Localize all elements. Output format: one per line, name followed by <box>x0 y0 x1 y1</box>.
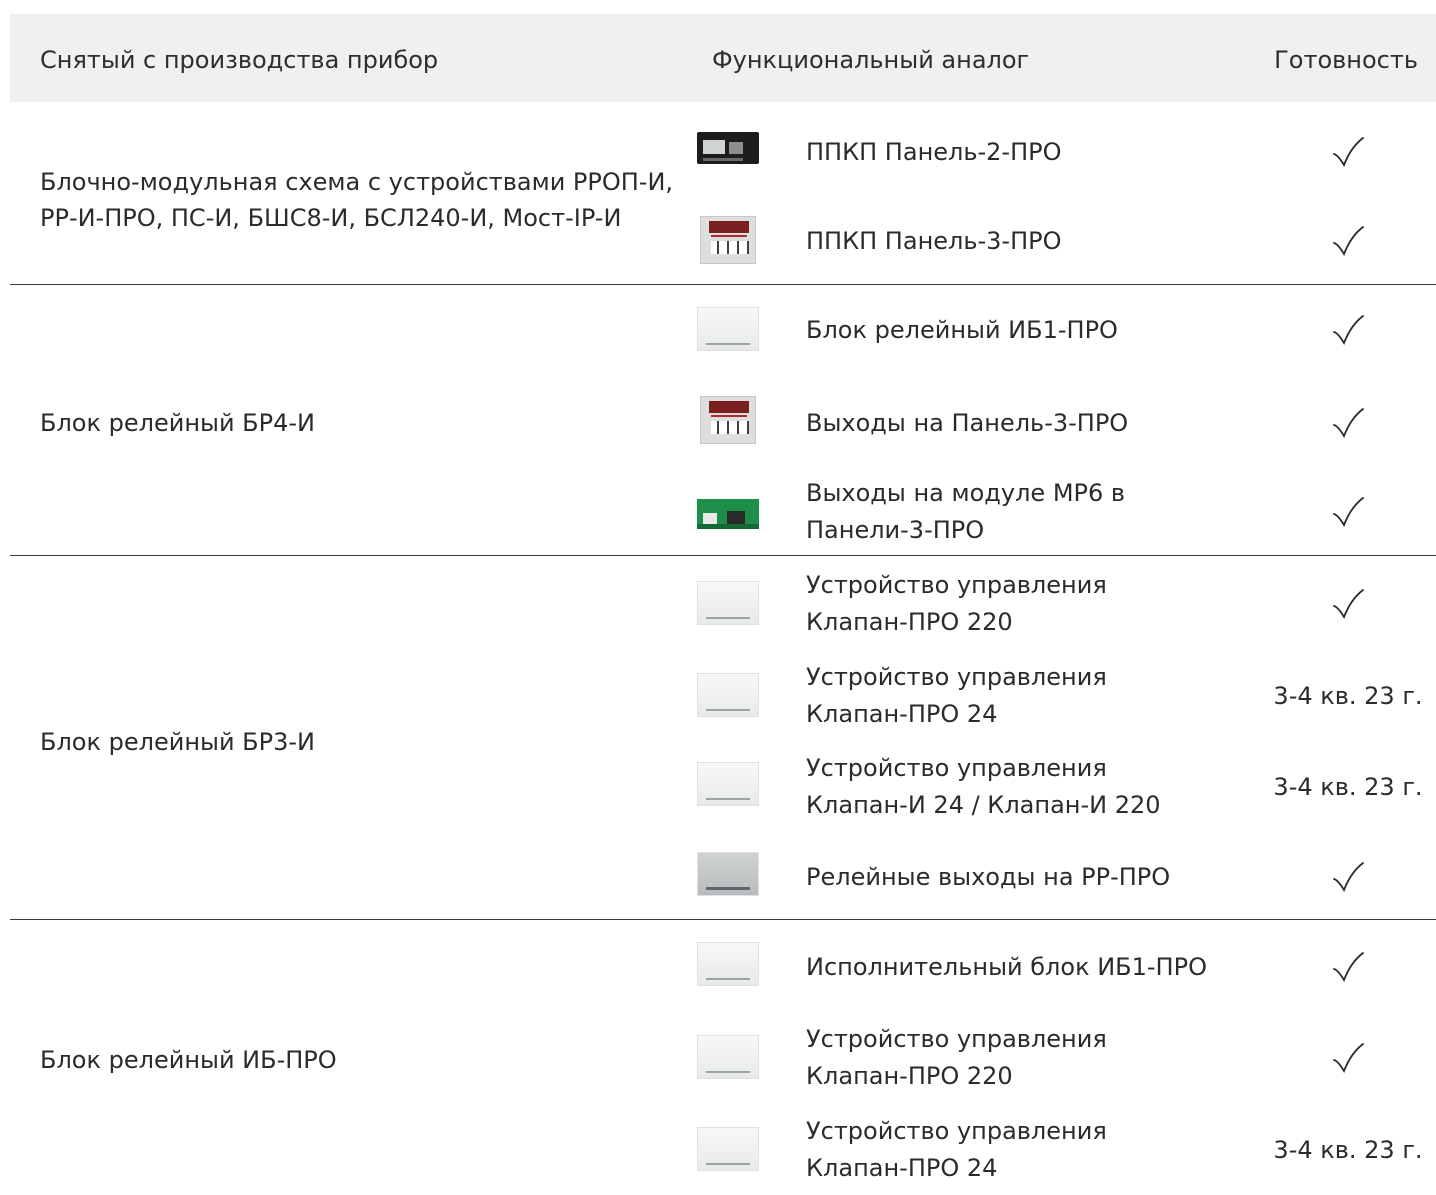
table-row: Выходы на модуле МР6 в Панели-3-ПРО <box>0 467 1436 557</box>
readiness-cell <box>1260 467 1436 557</box>
analog-name: ППКП Панель-2-ПРО <box>806 137 1062 166</box>
analog-name: Устройство управления Клапан-ПРО 220 <box>806 1025 1107 1090</box>
readiness-cell <box>1260 285 1436 375</box>
analog-name: ППКП Панель-3-ПРО <box>806 226 1062 255</box>
table-row: Устройство управления Клапан-ПРО 220 <box>0 1013 1436 1103</box>
readiness-cell <box>1260 107 1436 197</box>
analog-name: Исполнительный блок ИБ1-ПРО <box>806 952 1207 981</box>
checkmark-icon <box>1333 315 1364 346</box>
table-row: Блок релейный ИБ1-ПРО <box>0 285 1436 375</box>
table-header: Снятый с производства прибор Функциональ… <box>10 14 1436 102</box>
readiness-text: 3-4 кв. 23 г. <box>1273 682 1423 710</box>
analog-name: Блок релейный ИБ1-ПРО <box>806 315 1118 344</box>
table-row: ППКП Панель-3-ПРО <box>0 196 1436 286</box>
header-discontinued-device: Снятый с производства прибор <box>40 46 439 74</box>
table-row: Исполнительный блок ИБ1-ПРО <box>0 922 1436 1012</box>
table-row: Релейные выходы на РР-ПРО <box>0 832 1436 922</box>
table-row: ППКП Панель-2-ПРО <box>0 107 1436 197</box>
header-readiness: Готовность <box>1274 46 1418 74</box>
table-row: Устройство управления Клапан-И 24 / Клап… <box>0 742 1436 832</box>
panel-2-device-icon <box>697 132 759 164</box>
panel-3-device-icon <box>700 216 756 264</box>
analog-name: Релейные выходы на РР-ПРО <box>806 862 1171 891</box>
analog-name: Устройство управления Клапан-И 24 / Клап… <box>806 754 1161 819</box>
grey-box-device-icon <box>697 852 759 896</box>
white-box-device-icon <box>697 1035 759 1079</box>
readiness-cell: 3-4 кв. 23 г. <box>1260 1105 1436 1195</box>
white-box-device-icon <box>697 1127 759 1171</box>
circuit-board-icon <box>697 499 759 529</box>
readiness-cell <box>1260 922 1436 1012</box>
table-row: Устройство управления Клапан-ПРО 220 <box>0 559 1436 649</box>
white-box-device-icon <box>697 307 759 351</box>
checkmark-icon <box>1333 952 1364 983</box>
white-box-device-icon <box>697 673 759 717</box>
analog-name: Выходы на Панель-3-ПРО <box>806 408 1129 437</box>
analog-name: Устройство управления Клапан-ПРО 24 <box>806 663 1107 728</box>
table-row: Устройство управления Клапан-ПРО 24 3-4 … <box>0 651 1436 741</box>
checkmark-icon <box>1333 1043 1364 1074</box>
table-row: Устройство управления Клапан-ПРО 24 3-4 … <box>0 1105 1436 1195</box>
white-box-device-icon <box>697 581 759 625</box>
panel-3-device-icon <box>700 396 756 444</box>
readiness-text: 3-4 кв. 23 г. <box>1273 1136 1423 1164</box>
readiness-cell <box>1260 196 1436 286</box>
readiness-cell <box>1260 832 1436 922</box>
analog-name: Выходы на модуле МР6 в Панели-3-ПРО <box>806 479 1126 544</box>
readiness-cell <box>1260 559 1436 649</box>
readiness-text: 3-4 кв. 23 г. <box>1273 773 1423 801</box>
readiness-cell: 3-4 кв. 23 г. <box>1260 651 1436 741</box>
readiness-cell <box>1260 1013 1436 1103</box>
readiness-cell: 3-4 кв. 23 г. <box>1260 742 1436 832</box>
checkmark-icon <box>1333 408 1364 439</box>
white-box-device-icon <box>697 762 759 806</box>
checkmark-icon <box>1333 137 1364 168</box>
readiness-cell <box>1260 378 1436 468</box>
checkmark-icon <box>1333 226 1364 257</box>
white-box-device-icon <box>697 942 759 986</box>
checkmark-icon <box>1333 589 1364 620</box>
checkmark-icon <box>1333 862 1364 893</box>
header-functional-analog: Функциональный аналог <box>712 46 1030 74</box>
table-row: Выходы на Панель-3-ПРО <box>0 378 1436 468</box>
analog-name: Устройство управления Клапан-ПРО 220 <box>806 571 1107 636</box>
analog-name: Устройство управления Клапан-ПРО 24 <box>806 1117 1107 1182</box>
checkmark-icon <box>1333 497 1364 528</box>
